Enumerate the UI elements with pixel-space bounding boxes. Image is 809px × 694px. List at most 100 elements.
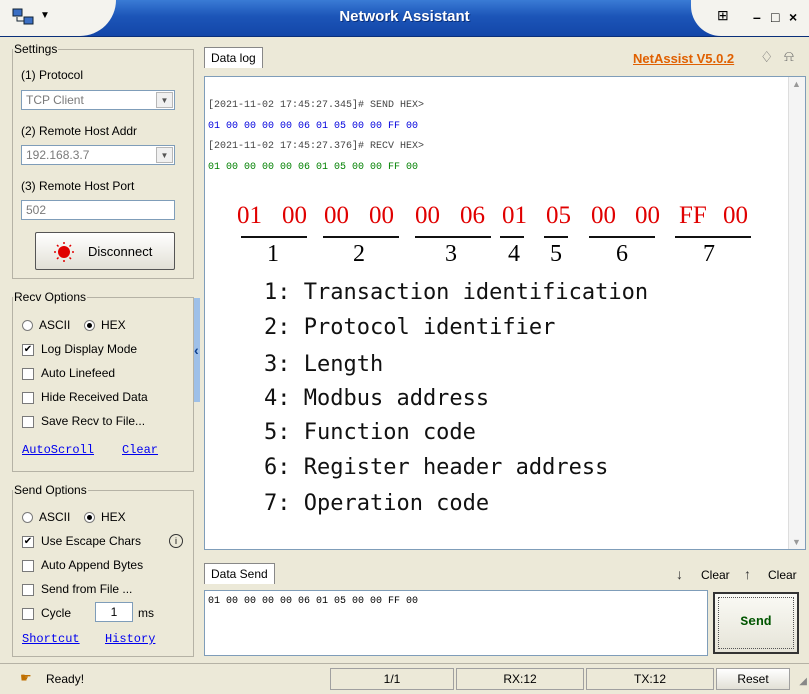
cycle-input[interactable]: 1 [95, 602, 133, 622]
group-number-1: 1 [267, 241, 279, 267]
scroll-down-icon[interactable]: ▼ [792, 537, 801, 547]
data-log-area[interactable]: [2021-11-02 17:45:27.345]# SEND HEX> 01 … [204, 76, 806, 550]
hide-received-checkbox[interactable] [22, 392, 34, 404]
byte-1: 01 [237, 202, 262, 229]
close-icon[interactable]: × [789, 9, 797, 25]
status-page: 1/1 [330, 668, 454, 690]
byte-10: 00 [635, 202, 660, 229]
log-display-checkbox[interactable]: ✔ [22, 344, 34, 356]
recv-ascii-label: ASCII [39, 318, 71, 332]
send-button[interactable]: Send [713, 592, 799, 654]
shortcut-link[interactable]: Shortcut [22, 632, 80, 646]
cycle-checkbox[interactable] [22, 608, 34, 620]
byte-8: 05 [546, 202, 571, 229]
byte-9: 00 [591, 202, 616, 229]
auto-linefeed-checkbox[interactable] [22, 368, 34, 380]
connection-status-icon [54, 242, 74, 262]
autoscroll-link[interactable]: AutoScroll [22, 443, 94, 457]
send-content: 01 00 00 00 00 06 01 05 00 00 FF 00 [208, 596, 419, 607]
clear-log-button[interactable]: Clear [701, 568, 730, 582]
save-recv-label: Save Recv to File... [41, 414, 146, 428]
scroll-up-icon[interactable]: ▲ [792, 79, 801, 89]
brand-link[interactable]: NetAssist V5.0.2 [633, 51, 734, 66]
cycle-label: Cycle [41, 606, 72, 620]
log-line-recv-header: [2021-11-02 17:45:27.376]# RECV HEX> [208, 141, 425, 152]
recv-hex-label: HEX [101, 318, 126, 332]
send-file-label: Send from File ... [41, 582, 133, 596]
info-icon[interactable]: i [169, 534, 183, 548]
byte-5: 00 [415, 202, 440, 229]
pin-icon[interactable]: ⊞ [717, 7, 729, 24]
disconnect-label: Disconnect [88, 244, 153, 259]
disconnect-button[interactable]: Disconnect [35, 232, 175, 270]
protocol-label: (1) Protocol [21, 68, 84, 82]
legend-item-6: 6: Register header address [264, 455, 609, 480]
byte-12: 00 [723, 202, 748, 229]
group-number-4: 4 [508, 241, 520, 267]
group-underline-3 [415, 236, 491, 238]
port-input[interactable]: 502 [21, 200, 175, 220]
host-select[interactable]: 192.168.3.7 ▼ [21, 145, 175, 165]
status-bar: ☛ Ready! 1/1 RX:12 TX:12 Reset ◢ [0, 663, 809, 694]
escape-chars-checkbox[interactable]: ✔ [22, 536, 34, 548]
maximize-icon[interactable]: □ [771, 9, 779, 25]
group-number-5: 5 [550, 241, 562, 267]
tab-data-send[interactable]: Data Send [204, 563, 275, 584]
legend-item-7: 7: Operation code [264, 491, 490, 516]
diamond-icon[interactable]: ♢ [760, 48, 773, 66]
arrow-down-icon[interactable]: ↓ [676, 566, 683, 582]
send-textarea[interactable]: 01 00 00 00 00 06 01 05 00 00 FF 00 [204, 590, 708, 656]
recv-clear-link[interactable]: Clear [122, 443, 158, 457]
send-legend: Send Options [14, 483, 87, 497]
host-label: (2) Remote Host Addr [21, 124, 138, 138]
port-label: (3) Remote Host Port [21, 179, 135, 193]
send-ascii-label: ASCII [39, 510, 71, 524]
save-recv-checkbox[interactable] [22, 416, 34, 428]
send-ascii-radio[interactable] [22, 512, 33, 523]
auto-append-checkbox[interactable] [22, 560, 34, 572]
group-underline-7 [675, 236, 751, 238]
group-underline-2 [323, 236, 399, 238]
history-link[interactable]: History [105, 632, 155, 646]
group-number-6: 6 [616, 241, 628, 267]
cycle-unit: ms [138, 606, 154, 620]
log-line-recv-hex: 01 00 00 00 00 06 01 05 00 00 FF 00 [208, 162, 419, 173]
send-file-checkbox[interactable] [22, 584, 34, 596]
log-line-send-header: [2021-11-02 17:45:27.345]# SEND HEX> [208, 100, 425, 111]
status-tx: TX:12 [586, 668, 714, 690]
window-controls: ⊞ – □ × [691, 0, 809, 36]
group-underline-5 [544, 236, 568, 238]
escape-chars-label: Use Escape Chars [41, 534, 142, 548]
group-number-2: 2 [353, 241, 365, 267]
recv-ascii-radio[interactable] [22, 320, 33, 331]
byte-3: 00 [324, 202, 349, 229]
log-line-send-hex: 01 00 00 00 00 06 01 05 00 00 FF 00 [208, 121, 419, 132]
group-number-7: 7 [703, 241, 715, 267]
arrow-up-icon[interactable]: ↑ [744, 566, 751, 582]
legend-item-4: 4: Modbus address [264, 386, 490, 411]
send-label: Send [740, 614, 772, 629]
chevron-down-icon[interactable]: ▼ [156, 147, 173, 163]
protocol-value: TCP Client [26, 93, 84, 107]
recv-hex-radio[interactable] [84, 320, 95, 331]
log-display-label: Log Display Mode [41, 342, 138, 356]
resize-grip-icon[interactable]: ◢ [799, 676, 807, 687]
group-number-3: 3 [445, 241, 457, 267]
clear-send-button[interactable]: Clear [768, 568, 797, 582]
legend-item-2: 2: Protocol identifier [264, 315, 556, 340]
legend-item-5: 5: Function code [264, 420, 476, 445]
legend-item-3: 3: Length [264, 352, 384, 377]
protocol-select[interactable]: TCP Client ▼ [21, 90, 175, 110]
log-scrollbar[interactable]: ▲ ▼ [788, 77, 805, 549]
send-hex-label: HEX [101, 510, 126, 524]
minimize-icon[interactable]: – [753, 9, 761, 25]
byte-4: 00 [369, 202, 394, 229]
send-hex-radio[interactable] [84, 512, 95, 523]
reset-button[interactable]: Reset [716, 668, 790, 690]
tab-data-log[interactable]: Data log [204, 47, 263, 68]
bell-icon[interactable]: ⍾ [784, 48, 794, 65]
byte-11: FF [679, 202, 707, 229]
chevron-left-icon[interactable]: ‹ [194, 342, 199, 358]
chevron-down-icon[interactable]: ▼ [156, 92, 173, 108]
window-title: Network Assistant [339, 8, 470, 25]
